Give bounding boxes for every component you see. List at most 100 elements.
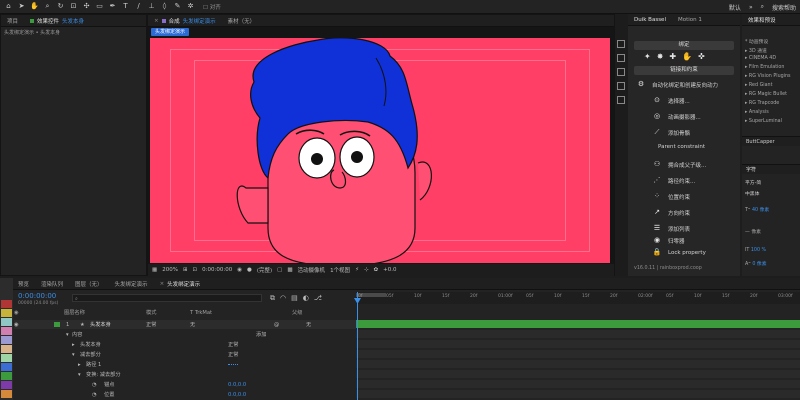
fit-icon[interactable]: ⊞ <box>183 267 188 273</box>
leading-field[interactable]: — 像素 <box>745 228 761 235</box>
rectangle-tool-icon[interactable]: ▭ <box>95 2 104 11</box>
frame-blend-icon[interactable]: ▤ <box>291 294 298 303</box>
label-swatch-blue[interactable] <box>1 363 12 371</box>
timeline-timecode[interactable]: 0:00:00:00 <box>18 292 56 300</box>
viewer-timecode[interactable]: 0:00:00:00 <box>202 267 232 273</box>
search-help-field[interactable]: 搜索帮助 <box>772 3 796 12</box>
effects-category[interactable]: ▸ Red Giant <box>745 83 772 88</box>
duik-item-3[interactable]: Parent constraint <box>658 144 705 150</box>
tab-comp-1[interactable]: 头发绑定演示 <box>109 280 154 288</box>
label-swatch-seafoam[interactable] <box>1 354 12 362</box>
tab-comp-2[interactable]: × 头发绑定演示 <box>154 280 207 288</box>
home-icon[interactable]: ⌂ <box>4 2 13 11</box>
views-dropdown[interactable]: 1个视图 <box>330 266 350 274</box>
pin-icon[interactable]: ✚ <box>669 52 676 61</box>
tab-motion[interactable]: Motion 1 <box>672 17 708 23</box>
shy-icon[interactable]: ◠ <box>280 294 286 303</box>
pickwhip-icon[interactable]: @ <box>274 322 279 328</box>
transparency-grid-icon[interactable]: ▩ <box>287 267 292 273</box>
property-value[interactable]: 0.0,0.0 <box>228 382 246 388</box>
duik-item-6[interactable]: ⁘ 位置约束 <box>652 192 690 201</box>
property-row[interactable]: ▾ 减去部分 正常 <box>14 350 356 359</box>
workspace-menu-icon[interactable]: » <box>749 4 753 11</box>
duik-item-2[interactable]: ⟋ 添加骨骼 <box>652 128 690 137</box>
bone-icon[interactable]: ✸ <box>657 52 664 61</box>
layer-mode-dropdown[interactable]: 正常 <box>146 321 156 328</box>
links-constraints-button[interactable]: 链接和约束 <box>634 66 734 75</box>
zoom-tool-icon[interactable]: ⌕ <box>43 2 52 11</box>
hand-tool-icon[interactable]: ✋ <box>30 2 39 11</box>
active-comp-chip[interactable]: 头发绑定演示 <box>151 28 190 36</box>
hand-icon[interactable]: ✋ <box>682 52 692 61</box>
effects-category[interactable]: ▸ 3D 通道 <box>745 47 767 54</box>
property-mode-dropdown[interactable]: 正常 <box>228 351 238 358</box>
panel-icon-4[interactable] <box>617 82 625 90</box>
reset-exposure-icon[interactable]: ✿ <box>374 267 379 273</box>
stamp-tool-icon[interactable]: ⊥ <box>147 2 156 11</box>
expand-icon[interactable]: ▾ <box>72 352 75 358</box>
effects-category[interactable]: ▸ SuperLuminal <box>745 119 782 124</box>
snapshot-icon[interactable]: ◉ <box>237 267 242 273</box>
label-swatch-aqua[interactable] <box>1 318 12 326</box>
property-row[interactable]: ▸ 头发本身 正常 <box>14 340 356 349</box>
color-channel-icon[interactable]: ● <box>247 267 252 273</box>
puppet-tool-icon[interactable]: ✲ <box>186 2 195 11</box>
property-row[interactable]: ▾ 变换: 减去部分 <box>14 370 356 379</box>
tab-effects-presets[interactable]: 效果和预设 <box>742 16 782 24</box>
workspace-default[interactable]: 默认 <box>729 3 741 12</box>
layer-duration-bar[interactable] <box>356 320 800 328</box>
expand-icon[interactable]: ▸ <box>78 362 81 368</box>
duik-item-0[interactable]: ⊙ 选择器... <box>652 96 690 105</box>
search-icon[interactable]: ⌕ <box>761 3 764 11</box>
layer-label-color[interactable] <box>54 322 60 327</box>
safe-zones-icon[interactable]: ⊡ <box>193 267 198 273</box>
tab-project[interactable]: 项目 <box>1 17 24 25</box>
property-row[interactable]: ▸ 路径 1 <box>14 360 356 369</box>
tab-render-queue[interactable]: 渲染队列 <box>35 280 69 288</box>
property-row[interactable]: ▾ 内容 添加 <box>14 330 356 339</box>
baseline-field[interactable]: A⁼ 0 像素 <box>745 260 767 267</box>
effects-category[interactable]: ▸ Analysis <box>745 110 769 115</box>
selection-tool-icon[interactable]: ➤ <box>17 2 26 11</box>
bind-section-button[interactable]: 绑定 <box>634 41 734 50</box>
composition-canvas[interactable] <box>150 38 610 263</box>
property-row[interactable]: ◔ 锚点 0.0,0.0 <box>14 380 356 389</box>
layer-row[interactable]: ◉ 1 ★ 头发本身 正常 无 @ 无 <box>14 320 356 329</box>
visibility-icon[interactable]: ◉ <box>14 322 19 328</box>
spine-icon[interactable]: ✜ <box>698 52 705 61</box>
snap-toggle[interactable]: ☐ 对齐 <box>203 3 221 11</box>
roto-tool-icon[interactable]: ✎ <box>173 2 182 11</box>
eraser-tool-icon[interactable]: ◊ <box>160 2 169 11</box>
label-swatch-peach[interactable] <box>1 345 12 353</box>
label-swatch-pink[interactable] <box>1 327 12 335</box>
tab-duik[interactable]: Duik Bassel <box>628 17 672 23</box>
layer-parent-dropdown[interactable]: 无 <box>306 321 311 328</box>
tab-effect-controls[interactable]: 效果控件 头发本身 <box>24 17 90 25</box>
expand-icon[interactable]: ▾ <box>66 332 69 338</box>
text-tool-icon[interactable]: T <box>121 2 130 11</box>
tab-footage[interactable]: 素材（无） <box>222 17 262 25</box>
exposure-value[interactable]: +0.0 <box>383 267 396 273</box>
layer-trkmat-dropdown[interactable]: 无 <box>190 321 195 328</box>
resolution-dropdown[interactable]: (完整) <box>257 266 272 274</box>
label-swatch-purple[interactable] <box>1 381 12 389</box>
rotate-tool-icon[interactable]: ↻ <box>56 2 65 11</box>
effects-category[interactable]: ▸ Film Emulation <box>745 65 784 70</box>
effects-category[interactable]: ▸ CINEMA 4D <box>745 56 776 61</box>
draft-3d-icon[interactable]: ⧉ <box>270 294 275 303</box>
time-ruler[interactable] <box>356 292 800 304</box>
close-icon[interactable]: × <box>154 18 159 24</box>
fast-preview-icon[interactable]: ⚡ <box>355 267 359 273</box>
label-swatch-green[interactable] <box>1 372 12 380</box>
add-button[interactable]: 添加 <box>256 331 266 338</box>
label-swatch-red[interactable] <box>1 300 12 308</box>
tab-composition[interactable]: × 合成 头发绑定演示 <box>148 17 222 25</box>
timeline-search-input[interactable]: ⌕ <box>72 294 262 302</box>
font-size-field[interactable]: T⁼ 40 像素 <box>745 206 769 213</box>
stopwatch-icon[interactable]: ◔ <box>92 392 97 398</box>
pen-tool-icon[interactable]: ✒ <box>108 2 117 11</box>
duik-item-4[interactable]: ⚇ 拥合成父子级... <box>652 160 706 169</box>
duik-item-1[interactable]: ◎ 动画摄影器... <box>652 112 701 121</box>
property-value[interactable]: 0.0,0.0 <box>228 392 246 398</box>
duik-item-8[interactable]: ☰ 添加列表 <box>652 224 690 233</box>
